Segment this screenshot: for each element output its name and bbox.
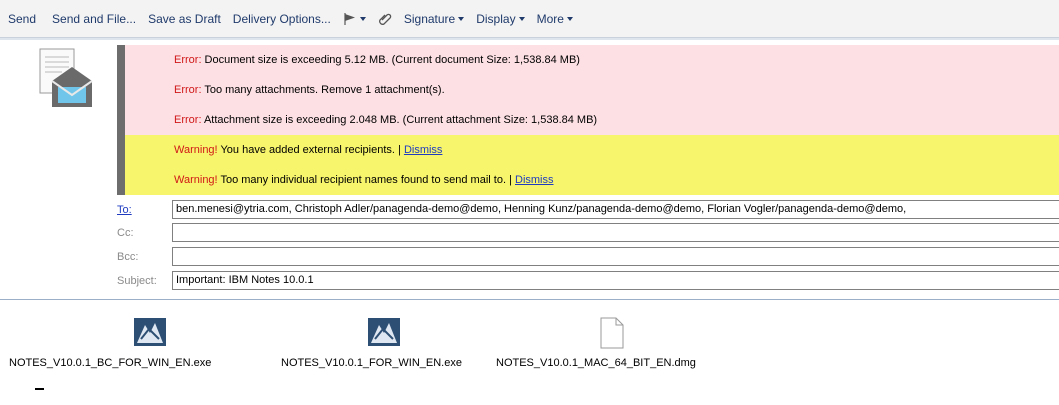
attach-button[interactable] (378, 11, 396, 26)
attachment-name: NOTES_V10.0.1_MAC_64_BIT_EN.dmg (496, 357, 696, 369)
subject-row: Subject: Important: IBM Notes 10.0.1 (0, 271, 1059, 293)
warning-text: You have added external recipients. | (217, 144, 404, 156)
file-icon (600, 317, 624, 349)
more-menu[interactable]: More (537, 12, 573, 26)
error-text: Too many attachments. Remove 1 attachmen… (201, 84, 445, 96)
follow-up-flag-button[interactable] (343, 12, 366, 26)
subject-field[interactable]: Important: IBM Notes 10.0.1 (172, 271, 1059, 290)
error-message: Error: Document size is exceeding 5.12 M… (125, 45, 1059, 75)
signature-menu[interactable]: Signature (403, 11, 465, 26)
warning-message: Warning! Too many individual recipient n… (125, 165, 1059, 195)
attachment-name: NOTES_V10.0.1_FOR_WIN_EN.exe (281, 357, 462, 369)
subject-label: Subject: (117, 275, 157, 287)
chevron-down-icon (566, 17, 573, 22)
signature-label: Signature (403, 11, 456, 26)
bcc-label: Bcc: (117, 251, 139, 263)
cc-row: Cc: (0, 223, 1059, 245)
to-row: To: ben.menesi@ytria.com, Christoph Adle… (0, 200, 1059, 222)
to-field[interactable]: ben.menesi@ytria.com, Christoph Adler/pa… (172, 200, 1059, 219)
error-message: Error: Too many attachments. Remove 1 at… (125, 75, 1059, 105)
message-bars: Error: Document size is exceeding 5.12 M… (117, 45, 1059, 195)
send-and-file-button[interactable]: Send and File... (52, 12, 136, 26)
error-keyword: Error: (174, 114, 202, 126)
delivery-options-button[interactable]: Delivery Options... (233, 12, 331, 26)
installer-icon (368, 318, 400, 346)
text-cursor (35, 388, 44, 390)
warning-keyword: Warning! (174, 174, 218, 186)
chevron-down-icon (518, 17, 525, 22)
save-as-draft-button[interactable]: Save as Draft (148, 12, 221, 26)
toolbar-separator (0, 38, 1059, 40)
cc-field[interactable] (172, 223, 1059, 242)
body-divider (0, 299, 1059, 300)
flag-icon (344, 13, 355, 26)
more-label: More (536, 11, 564, 26)
error-keyword: Error: (174, 84, 202, 96)
dismiss-link[interactable]: Dismiss (404, 144, 443, 156)
message-bar-accent (117, 45, 125, 195)
paperclip-icon (378, 13, 392, 25)
attachment-name: NOTES_V10.0.1_BC_FOR_WIN_EN.exe (9, 357, 212, 369)
toolbar: Send Send and File... Save as Draft Deli… (0, 0, 1059, 38)
cc-label: Cc: (117, 227, 134, 239)
dismiss-link[interactable]: Dismiss (515, 174, 554, 186)
error-text: Document size is exceeding 5.12 MB. (Cur… (201, 54, 580, 66)
chevron-down-icon (458, 17, 465, 22)
to-label[interactable]: To: (117, 204, 167, 216)
warning-keyword: Warning! (174, 144, 218, 156)
error-message: Error: Attachment size is exceeding 2.04… (125, 105, 1059, 135)
display-label: Display (476, 11, 516, 26)
display-menu[interactable]: Display (476, 11, 525, 26)
bcc-row: Bcc: (0, 247, 1059, 269)
chevron-down-icon (359, 17, 366, 22)
send-button[interactable]: Send (8, 12, 36, 26)
error-text: Attachment size is exceeding 2.048 MB. (… (201, 114, 598, 126)
warning-text: Too many individual recipient names foun… (217, 174, 515, 186)
memo-envelope-icon (39, 48, 93, 107)
bcc-field[interactable] (172, 247, 1059, 266)
warning-message: Warning! You have added external recipie… (125, 135, 1059, 165)
error-keyword: Error: (174, 54, 202, 66)
installer-icon (134, 318, 166, 346)
